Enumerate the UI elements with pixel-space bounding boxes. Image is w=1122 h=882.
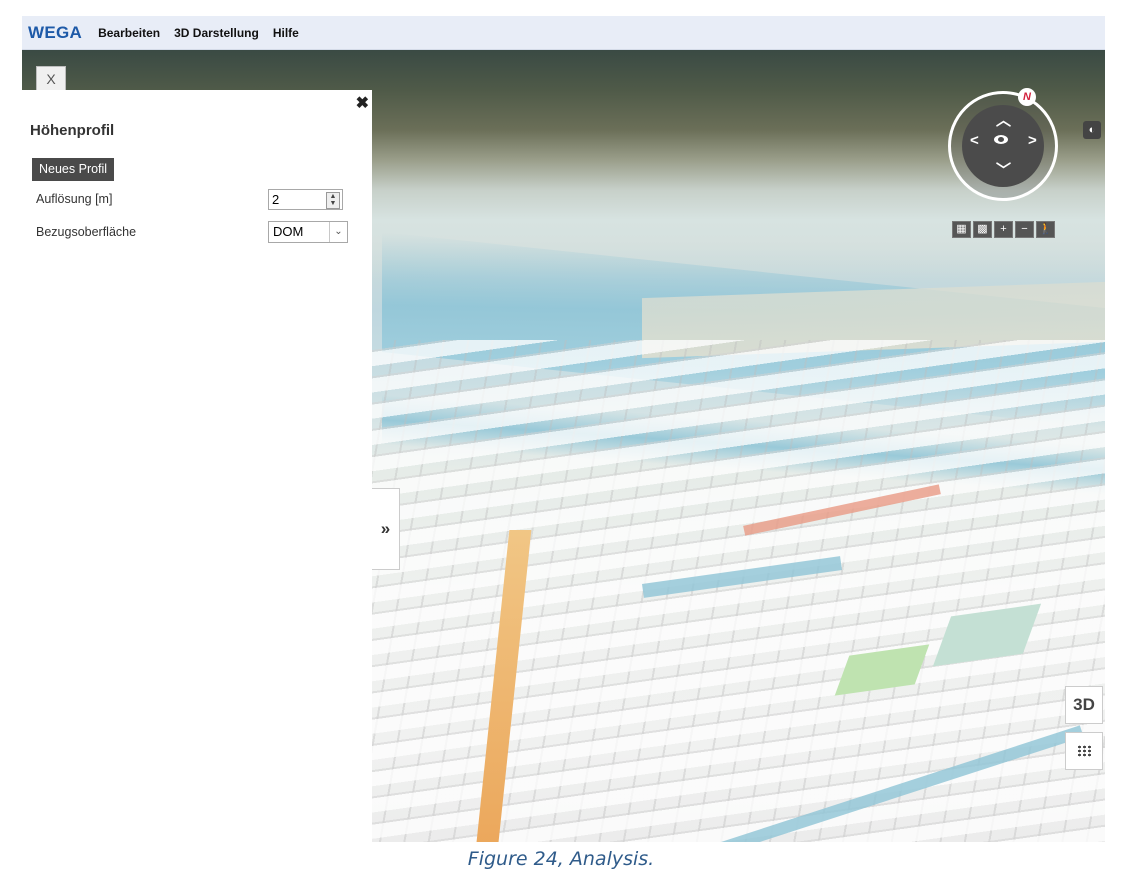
- navigation-compass[interactable]: N ︿ < > ﹀: [948, 88, 1058, 201]
- stepper-icon[interactable]: ▲ ▼: [326, 192, 340, 209]
- chevron-right-icon[interactable]: >: [1028, 132, 1037, 149]
- resolution-input[interactable]: 2 ▲ ▼: [268, 189, 343, 210]
- resolution-value: 2: [272, 192, 280, 207]
- zoom-out-icon[interactable]: −: [1015, 221, 1034, 238]
- figure-caption: Figure 24, Analysis.: [467, 848, 655, 870]
- expand-panel-button[interactable]: »: [372, 488, 400, 570]
- surface-value: DOM: [273, 224, 304, 239]
- zoom-in-icon[interactable]: +: [994, 221, 1013, 238]
- basemap-grid-button[interactable]: [1065, 732, 1103, 770]
- grid-icon: [1077, 745, 1091, 757]
- new-profile-button[interactable]: Neues Profil: [32, 158, 115, 181]
- chevron-left-icon[interactable]: <: [970, 132, 979, 149]
- surface-select[interactable]: DOM ⌄: [268, 221, 348, 243]
- resolution-label: Auflösung [m]: [36, 192, 113, 206]
- grid-icon[interactable]: ▩: [973, 221, 992, 238]
- close-tab-button[interactable]: X: [36, 66, 66, 91]
- menu-bar: WEGA Bearbeiten 3D Darstellung Hilfe: [22, 16, 1105, 50]
- eye-icon[interactable]: [994, 135, 1008, 144]
- 3d-toggle-button[interactable]: 3D: [1065, 686, 1103, 724]
- chevron-down-icon: ⌄: [329, 222, 347, 242]
- chevron-up-icon[interactable]: ︿: [996, 109, 1011, 130]
- menu-hilfe[interactable]: Hilfe: [273, 26, 299, 40]
- pedestrian-icon[interactable]: 🚶: [1036, 221, 1055, 238]
- surface-label: Bezugsoberfläche: [36, 225, 137, 239]
- chevron-down-icon[interactable]: ﹀: [996, 159, 1011, 180]
- map-buildings: [372, 340, 1105, 842]
- contrast-icon[interactable]: ◐: [1083, 121, 1101, 139]
- close-icon[interactable]: ✖: [356, 93, 369, 113]
- buildings-icon[interactable]: ▦: [952, 221, 971, 238]
- menu-3d-darstellung[interactable]: 3D Darstellung: [174, 26, 259, 40]
- application-window: WEGA Bearbeiten 3D Darstellung Hilfe X ✖…: [22, 16, 1105, 842]
- panel-title: Höhenprofil: [30, 122, 115, 139]
- app-logo: WEGA: [28, 22, 83, 42]
- menu-bearbeiten[interactable]: Bearbeiten: [98, 26, 160, 40]
- height-profile-panel: ✖ Höhenprofil Neues Profil Auflösung [m]…: [22, 90, 372, 842]
- map-toolbar: ▦ ▩ + − 🚶: [952, 221, 1055, 238]
- north-indicator[interactable]: N: [1018, 88, 1036, 106]
